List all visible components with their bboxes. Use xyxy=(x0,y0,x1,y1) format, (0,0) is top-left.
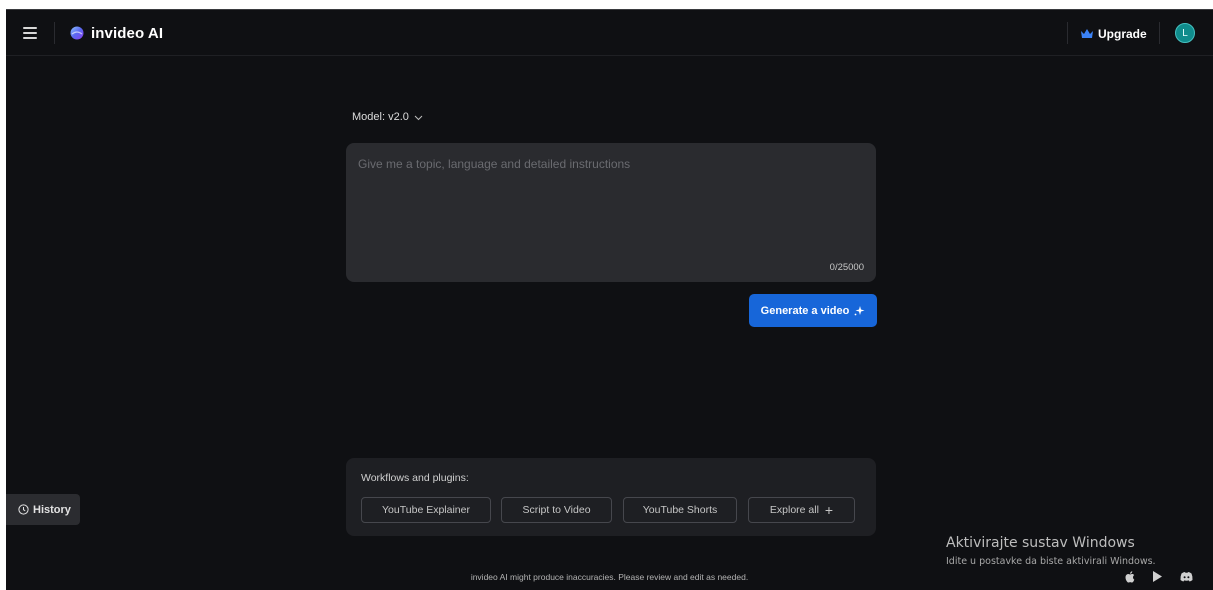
history-label: History xyxy=(33,503,71,516)
history-button[interactable]: History xyxy=(6,494,80,525)
chevron-down-icon xyxy=(414,115,423,120)
invideo-logo-icon xyxy=(70,26,84,40)
upgrade-button[interactable]: Upgrade xyxy=(1081,24,1147,44)
avatar[interactable]: L xyxy=(1175,23,1195,43)
plus-icon: + xyxy=(824,502,834,518)
divider xyxy=(54,22,55,44)
workflow-chip-script-to-video[interactable]: Script to Video xyxy=(501,497,612,523)
chip-label: YouTube Shorts xyxy=(642,504,718,516)
workflows-panel: Workflows and plugins: YouTube Explainer… xyxy=(346,458,876,536)
explore-all-button[interactable]: Explore all + xyxy=(748,497,855,523)
disclaimer-text: invideo AI might produce inaccuracies. P… xyxy=(470,572,749,582)
workflow-chip-youtube-shorts[interactable]: YouTube Shorts xyxy=(623,497,737,523)
model-label: Model: v2.0 xyxy=(352,111,409,123)
sparkle-icon xyxy=(854,306,865,316)
discord-icon[interactable] xyxy=(1180,570,1193,583)
character-counter: 0/25000 xyxy=(829,262,864,273)
app-window: invideo AI Upgrade L Model: v2.0 0/25000… xyxy=(6,9,1213,590)
top-bar: invideo AI Upgrade L xyxy=(6,10,1213,56)
divider xyxy=(1159,22,1160,44)
upgrade-label: Upgrade xyxy=(1098,27,1147,41)
divider xyxy=(1067,22,1068,44)
apple-icon[interactable] xyxy=(1124,570,1137,583)
prompt-box: 0/25000 xyxy=(346,143,876,282)
windows-activation-subtitle: Idite u postavke da biste aktivirali Win… xyxy=(946,556,1156,567)
google-play-icon[interactable] xyxy=(1151,570,1164,583)
brand-name: invideo AI xyxy=(91,24,164,42)
generate-video-button[interactable]: Generate a video xyxy=(749,294,877,327)
menu-icon[interactable] xyxy=(20,23,42,43)
generate-label: Generate a video xyxy=(760,304,850,317)
model-selector[interactable]: Model: v2.0 xyxy=(352,111,423,123)
workflow-chip-youtube-explainer[interactable]: YouTube Explainer xyxy=(361,497,491,523)
workflows-title: Workflows and plugins: xyxy=(361,472,469,484)
chip-label: YouTube Explainer xyxy=(382,504,470,516)
chip-label: Explore all xyxy=(769,504,819,516)
windows-activation-title: Aktivirajte sustav Windows xyxy=(946,535,1135,551)
chip-label: Script to Video xyxy=(522,504,591,516)
crown-icon xyxy=(1081,29,1093,38)
clock-icon xyxy=(18,504,29,515)
brand-logo-link[interactable]: invideo AI xyxy=(70,23,163,43)
prompt-input[interactable] xyxy=(346,143,876,282)
